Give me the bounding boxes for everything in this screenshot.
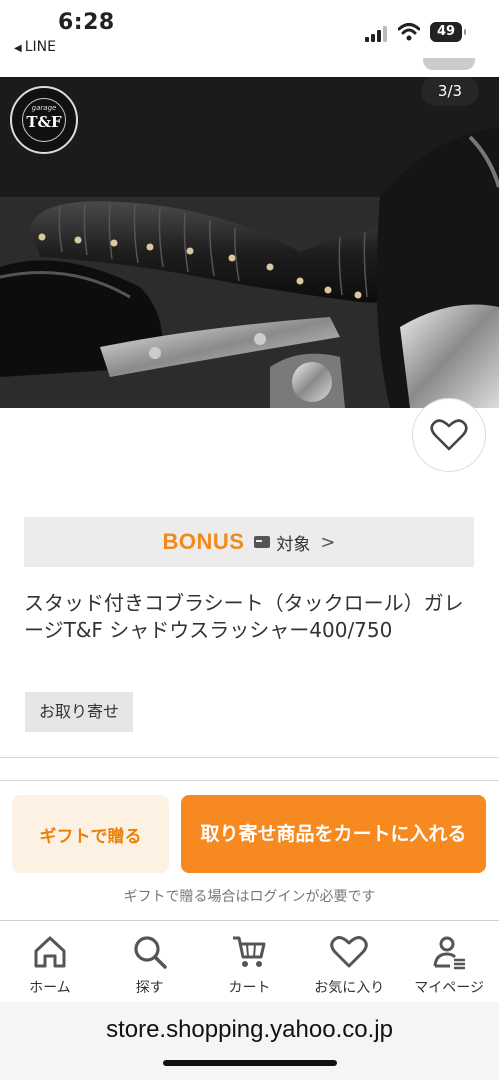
user-icon [433,936,466,970]
tab-favorites-label: お気に入り [314,980,385,996]
heart-icon [430,419,468,451]
heart-icon [330,936,369,968]
tab-mypage[interactable]: マイページ [399,921,499,1002]
card-icon [254,536,271,548]
tab-cart[interactable]: カート [200,921,300,1002]
home-indicator[interactable] [163,1060,337,1066]
tab-home-label: ホーム [29,980,71,996]
section-divider [0,757,499,781]
gallery-counter: 3/3 [421,77,479,106]
cart-icon [233,936,266,967]
wifi-icon [398,23,420,41]
gift-button[interactable]: ギフトで贈る [12,795,169,873]
brand-logo-text: T&F [22,98,66,142]
tab-search-label: 探す [135,980,164,996]
status-time: 6:28 [58,10,115,35]
product-title: スタッド付きコブラシート（タックロール）ガレージT&F シャドウスラッシャー40… [24,591,464,642]
order-type-badge: お取り寄せ [25,692,134,732]
url-text: store.shopping.yahoo.co.jp [106,1016,393,1043]
sheet-handle [423,58,475,70]
tab-home[interactable]: ホーム [0,921,100,1002]
back-triangle-icon: ◀ [14,43,22,54]
tab-mypage-label: マイページ [414,980,484,996]
battery-indicator: 49 [430,22,466,42]
tab-search[interactable]: 探す [100,921,200,1002]
favorite-button[interactable] [412,398,486,472]
add-to-cart-button[interactable]: 取り寄せ商品をカートに入れる [181,795,486,873]
gift-login-note: ギフトで贈る場合はログインが必要です [123,889,376,905]
browser-address-bar[interactable]: store.shopping.yahoo.co.jp [0,1002,499,1080]
bonus-text: 対象 [276,534,311,555]
brand-logo: garage T&F [10,86,78,154]
bonus-eligible-banner[interactable]: BONUS 対象 > [24,517,474,567]
home-icon [34,936,66,968]
bonus-logo: BONUS [162,529,245,554]
bottom-tab-bar: ホーム 探す カート お気に入り マイページ [0,920,499,1002]
tab-favorites[interactable]: お気に入り [299,921,399,1002]
signal-icon [365,26,387,42]
chevron-right-icon: > [320,531,336,553]
back-to-app-link[interactable]: ◀ LINE [14,39,56,55]
product-image[interactable]: 3/3 garage T&F [0,77,499,408]
back-app-label: LINE [24,39,56,55]
tab-cart-label: カート [228,980,271,996]
search-icon [134,936,167,969]
